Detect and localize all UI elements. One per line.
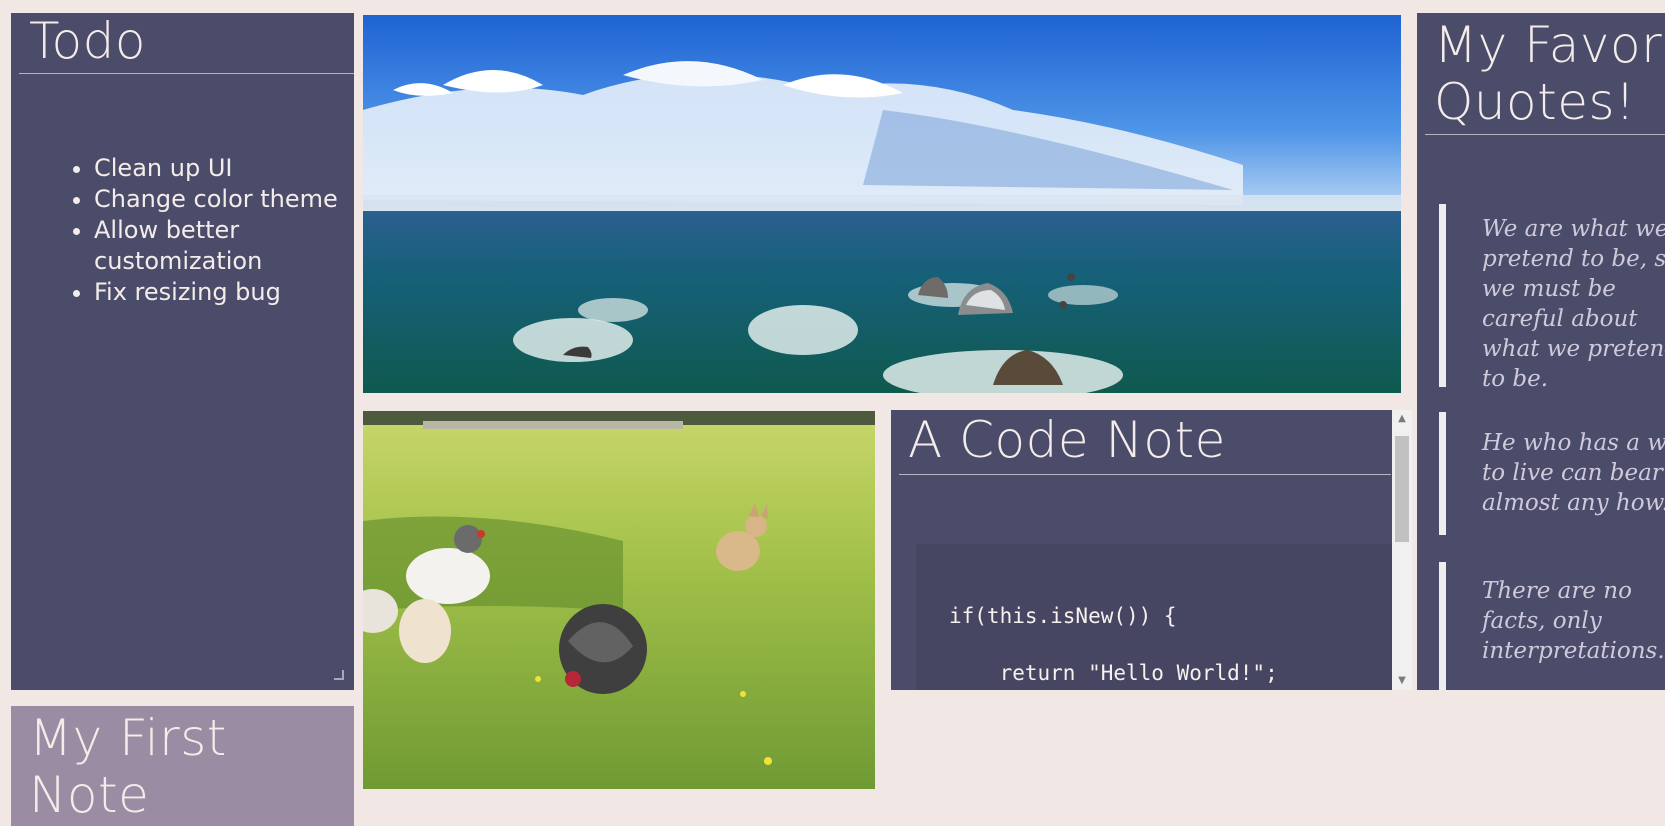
todo-item[interactable]: Clean up UI	[94, 153, 354, 184]
first-note-title: My First Note	[11, 706, 354, 824]
todo-item[interactable]: Change color theme	[94, 184, 354, 215]
code-block: if(this.isNew()) { return "Hello World!"…	[916, 544, 1396, 690]
code-line: return "Hello World!";	[949, 661, 1278, 685]
scroll-thumb[interactable]	[1395, 436, 1409, 542]
chickens-svg	[363, 411, 875, 789]
quotes-note-title: My Favorite Quotes!	[1417, 13, 1665, 131]
todo-item[interactable]: Fix resizing bug	[94, 277, 354, 308]
todo-list: Clean up UI Change color theme Allow bet…	[56, 153, 354, 308]
code-line: if(this.isNew()) {	[949, 604, 1177, 628]
title-divider	[19, 73, 354, 74]
chickens-image	[363, 411, 875, 789]
todo-item[interactable]: Allow better customization	[94, 215, 354, 277]
quote-block: We are what we pretend to be, so we must…	[1439, 204, 1665, 392]
first-note[interactable]: My First Note	[11, 706, 354, 826]
quote-block: There are no facts, only interpretations…	[1439, 562, 1665, 690]
todo-note-title: Todo	[29, 13, 146, 70]
ocean-panorama-image	[363, 15, 1401, 393]
title-divider	[1425, 134, 1665, 135]
quote-block: He who has a why to live can bear almost…	[1439, 412, 1665, 535]
quote-text: There are no facts, only interpretations…	[1482, 578, 1665, 664]
code-note-title: A Code Note	[908, 411, 1226, 469]
scroll-down-arrow-icon[interactable]: ▼	[1392, 672, 1412, 690]
title-divider	[899, 474, 1391, 475]
ocean-panorama-svg	[363, 15, 1401, 393]
scroll-up-arrow-icon[interactable]: ▲	[1392, 410, 1412, 428]
quotes-note-title-text: My Favorite Quotes!	[1434, 16, 1665, 131]
quote-text: He who has a why to live can bear almost…	[1482, 430, 1665, 516]
todo-note[interactable]: Todo Clean up UI Change color theme Allo…	[11, 13, 354, 690]
quotes-note[interactable]: My Favorite Quotes! We are what we prete…	[1417, 13, 1665, 690]
vertical-scrollbar[interactable]: ▲ ▼	[1392, 410, 1412, 690]
quote-text: We are what we pretend to be, so we must…	[1482, 216, 1665, 392]
resize-handle-icon[interactable]	[334, 670, 344, 680]
first-note-title-text: My First Note	[29, 709, 227, 824]
code-note[interactable]: A Code Note if(this.isNew()) { return "H…	[891, 410, 1412, 690]
